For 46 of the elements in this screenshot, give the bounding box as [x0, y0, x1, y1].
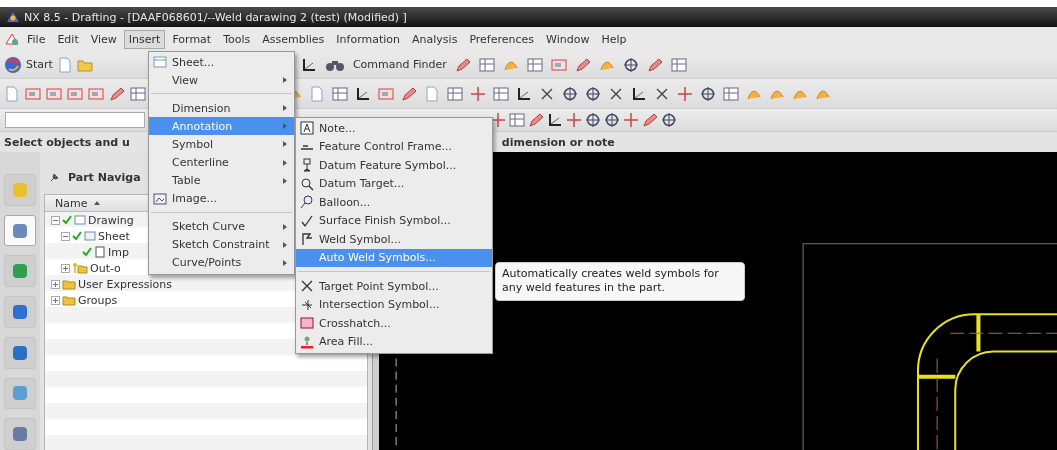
menu[interactable]: View — [85, 29, 122, 49]
menu-item[interactable]: Table — [149, 171, 294, 190]
window-title: NX 8.5 - Drafting - [DAAF068601/--Weld darawing 2 (test) (Modified) ] — [24, 10, 407, 24]
menu-item[interactable]: Sketch Constraint — [149, 235, 294, 254]
menu-item[interactable]: Note... — [296, 119, 492, 138]
menu-item[interactable]: Dimension — [149, 99, 294, 118]
menu[interactable]: Edit — [52, 29, 84, 49]
prompt-text: Select objects and u — [4, 135, 130, 149]
menu[interactable]: Information — [331, 29, 406, 49]
menu-item[interactable]: Sketch Curve — [149, 217, 294, 236]
menu[interactable]: Analysis — [407, 29, 463, 49]
menu-item[interactable]: View — [149, 71, 294, 90]
menu-item[interactable]: Balloon... — [296, 193, 492, 212]
menu-item[interactable]: Curve/Points — [149, 253, 294, 273]
menu-item[interactable]: Image... — [149, 189, 294, 208]
menu[interactable]: File — [22, 29, 51, 49]
menu-item[interactable]: Centerline — [149, 153, 294, 172]
menu-item[interactable]: Area Fill... — [296, 332, 492, 351]
tree-item[interactable]: Sheet — [98, 229, 130, 243]
tree-item[interactable]: Drawing — [88, 213, 134, 227]
tree-item[interactable]: Out-o — [90, 261, 121, 275]
menu[interactable]: Tools — [218, 29, 256, 49]
menu[interactable]: Preferences — [464, 29, 540, 49]
menu[interactable]: Help — [596, 29, 632, 49]
menu-item[interactable]: Intersection Symbol... — [296, 295, 492, 314]
menu[interactable]: Window — [541, 29, 595, 49]
menu-item[interactable]: Datum Target... — [296, 174, 492, 193]
menu[interactable]: Format — [167, 29, 217, 49]
menu-item[interactable]: Feature Control Frame... — [296, 137, 492, 156]
tree-item[interactable]: Groups — [78, 293, 118, 307]
menu-item[interactable]: Crosshatch... — [296, 314, 492, 333]
menu-item[interactable]: Symbol — [149, 135, 294, 154]
menu-item[interactable]: Weld Symbol... — [296, 230, 492, 249]
panel-title: Part Naviga — [68, 170, 141, 184]
menu-item[interactable]: Sheet... — [149, 53, 294, 72]
prompt-text: dimension or note — [501, 135, 615, 149]
tree-item[interactable]: User Expressions — [78, 277, 172, 291]
tooltip: Automatically creates weld symbols for any weld features in the part. — [495, 262, 745, 301]
menu-item[interactable]: Target Point Symbol... — [296, 277, 492, 296]
menu[interactable]: Assemblies — [257, 29, 330, 49]
command-finder-button[interactable]: Command Finder — [352, 58, 447, 71]
menu[interactable]: Insert — [123, 29, 166, 49]
menu-item[interactable]: Surface Finish Symbol... — [296, 211, 492, 230]
start-button[interactable]: Start — [26, 58, 53, 71]
menu-item[interactable]: Datum Feature Symbol... — [296, 156, 492, 175]
tree-item[interactable]: Imp — [108, 245, 129, 259]
